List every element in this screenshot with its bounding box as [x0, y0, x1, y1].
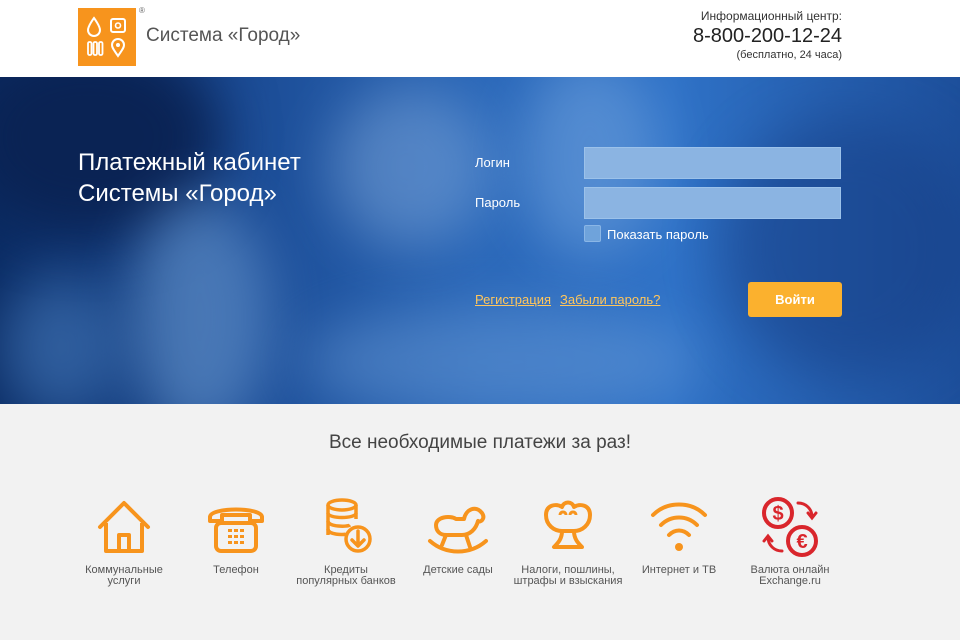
login-label: Логин	[475, 155, 510, 170]
info-center-label: Информационный центр:	[700, 9, 842, 23]
brand-name: Система «Город»	[146, 25, 301, 46]
emblem-icon	[544, 500, 592, 549]
password-label: Пароль	[475, 195, 521, 210]
logo-icon	[86, 16, 126, 58]
svg-text:€: €	[796, 531, 807, 553]
category-utilities[interactable]: Коммунальные услуги	[59, 495, 189, 587]
password-input[interactable]	[584, 187, 841, 219]
login-button[interactable]: Войти	[748, 282, 842, 317]
info-phone-note: (бесплатно, 24 часа)	[736, 49, 842, 61]
registered-mark: ®	[139, 6, 145, 15]
show-password-checkbox[interactable]	[584, 225, 601, 242]
show-password-label[interactable]: Показать пароль	[607, 227, 709, 242]
coins-icon	[326, 498, 372, 553]
header: ® Система «Город» Информационный центр: …	[0, 0, 960, 77]
telephone-icon	[208, 507, 264, 553]
info-phone[interactable]: 8-800-200-12-24	[693, 23, 842, 49]
payments-tagline: Все необходимые платежи за раз!	[328, 432, 632, 453]
category-label-line2: штрафы и взыскания	[513, 575, 623, 587]
category-currency[interactable]: $ € Валюта онлайн Exchange.ru	[725, 495, 855, 587]
info-center: Информационный центр: 8-800-200-12-24 (б…	[693, 9, 842, 62]
hero-title: Платежный кабинет Системы «Город»	[78, 147, 301, 209]
login-input[interactable]	[584, 147, 841, 179]
currency-exchange-icon: $ €	[762, 497, 818, 557]
rocking-horse-icon	[428, 506, 488, 554]
wifi-icon	[651, 502, 707, 551]
register-link[interactable]: Регистрация	[475, 292, 551, 307]
login-hero: Платежный кабинет Системы «Город» Логин …	[0, 77, 960, 404]
hero-title-line2: Системы «Город»	[78, 180, 277, 207]
category-label-line2: услуги	[107, 575, 141, 587]
forgot-password-link[interactable]: Забыли пароль?	[560, 292, 660, 307]
svg-text:$: $	[772, 503, 783, 525]
category-credits[interactable]: Кредиты популярных банков	[281, 495, 411, 587]
house-icon	[98, 501, 150, 553]
hero-title-line1: Платежный кабинет	[78, 149, 301, 176]
category-label-line2: популярных банков	[296, 575, 396, 587]
logo[interactable]	[78, 8, 136, 66]
category-label-line2: Exchange.ru	[759, 575, 821, 587]
